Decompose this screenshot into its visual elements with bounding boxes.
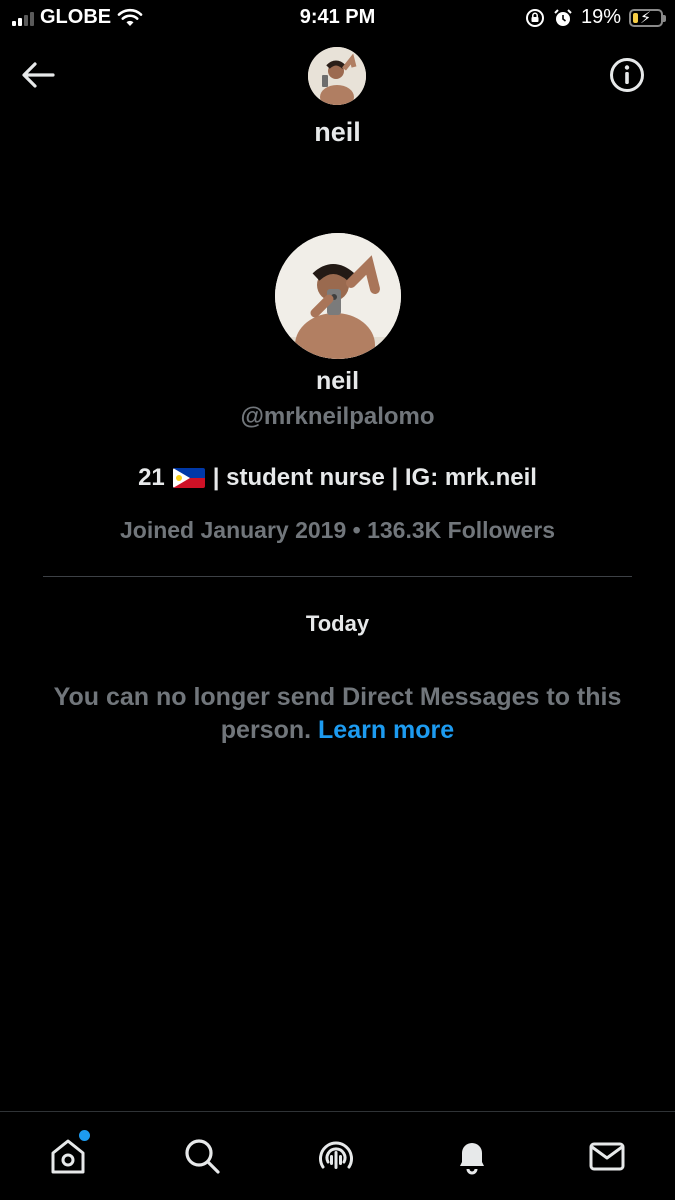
home-badge: [79, 1130, 90, 1141]
philippines-flag-icon: [172, 468, 205, 488]
status-bar-right: 19% ⚡: [525, 6, 666, 29]
profile-name: neil: [315, 367, 360, 395]
arrow-left-icon: [22, 62, 55, 88]
status-bar: GLOBE 9:41 PM 19% ⚡: [0, 0, 675, 38]
bio-text: | student nurse | IG: mrk.neil: [212, 464, 537, 491]
home-icon: [51, 1139, 85, 1174]
avatar-photo: [308, 47, 366, 105]
profile-handle[interactable]: @mrkneilpalomo: [0, 403, 675, 431]
nav-search[interactable]: [180, 1134, 224, 1178]
battery-percent: 19%: [580, 6, 621, 28]
info-button[interactable]: [609, 57, 645, 93]
info-icon: [610, 58, 644, 92]
back-button[interactable]: [18, 55, 58, 95]
bio-age: 21: [138, 464, 165, 491]
alarm-icon: [554, 8, 572, 26]
spaces-icon: [319, 1141, 353, 1169]
battery-icon: ⚡: [629, 8, 666, 27]
nav-notifications[interactable]: [450, 1134, 494, 1178]
divider: [43, 576, 632, 577]
bottom-nav: [0, 1111, 675, 1200]
profile-meta: Joined January 2019 • 136.3K Followers: [119, 517, 556, 543]
profile-avatar[interactable]: [275, 233, 401, 359]
nav-home[interactable]: [46, 1130, 90, 1178]
orientation-lock-icon: [525, 8, 544, 27]
date-label: Today: [305, 611, 370, 636]
nav-spaces[interactable]: [314, 1134, 358, 1178]
messages-icon: [589, 1142, 625, 1171]
nav-messages[interactable]: [585, 1134, 629, 1178]
notifications-icon: [460, 1143, 484, 1175]
profile-bio: 21 | student nurse | IG: mrk.neil: [0, 464, 675, 492]
search-icon: [185, 1139, 220, 1174]
header-avatar[interactable]: [308, 47, 366, 105]
learn-more-link[interactable]: Learn more: [318, 716, 454, 744]
dm-restriction-notice: You can no longer send Direct Messages t…: [30, 681, 645, 747]
avatar-photo: [275, 233, 401, 359]
header-title: neil: [314, 117, 361, 147]
